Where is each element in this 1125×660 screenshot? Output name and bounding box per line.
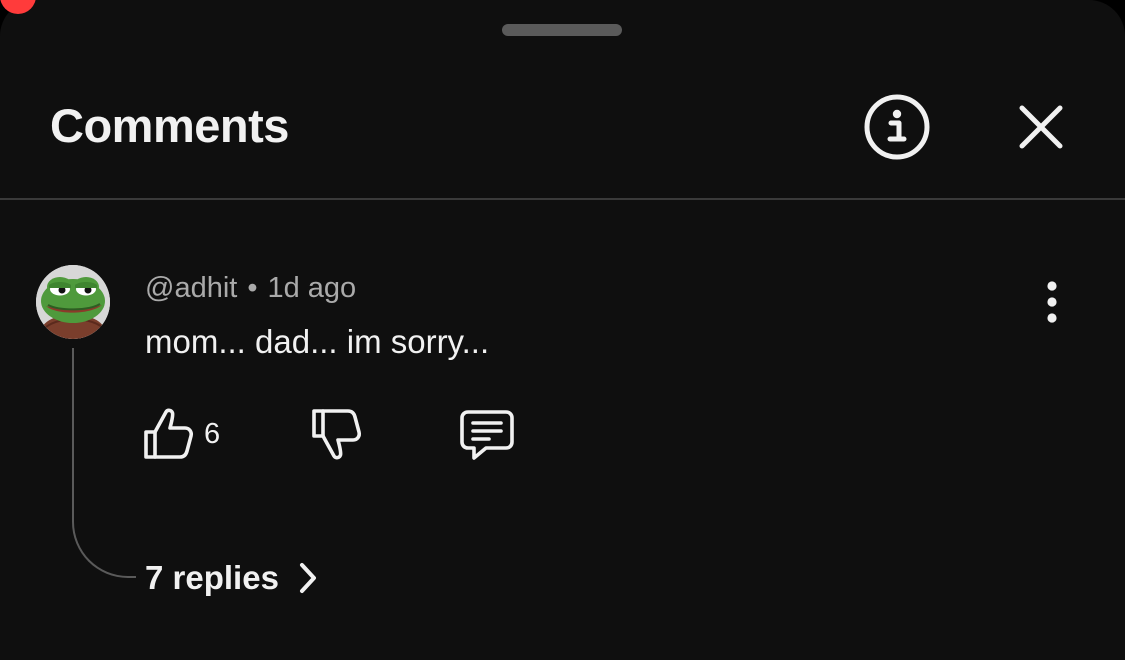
thumbs-up-icon [144, 408, 194, 459]
thumbs-down-icon [312, 409, 362, 460]
like-count: 6 [204, 418, 221, 450]
drag-handle[interactable] [502, 24, 622, 36]
reply-button[interactable] [456, 404, 518, 464]
chevron-right-icon [297, 561, 319, 595]
comment-author[interactable]: @adhit [145, 272, 237, 304]
info-icon [864, 94, 930, 160]
view-replies-button[interactable]: 7 replies [145, 556, 319, 600]
comment-timestamp: 1d ago [267, 272, 357, 304]
comment-reply-icon [460, 410, 514, 460]
more-vertical-icon [1047, 281, 1057, 323]
like-button[interactable] [140, 404, 198, 464]
thread-connector-line [72, 348, 136, 578]
comments-panel: Comments @adhit • 1d ago mom... dad... i… [0, 0, 1125, 660]
replies-count-label: 7 replies [145, 559, 279, 596]
close-button[interactable] [1008, 94, 1074, 160]
avatar[interactable] [36, 265, 110, 339]
meta-separator: • [247, 272, 258, 304]
comment-meta: @adhit • 1d ago [145, 270, 356, 306]
notification-dot [0, 0, 36, 14]
frog-avatar-image [36, 265, 110, 339]
close-icon [1019, 105, 1063, 149]
header-divider [0, 198, 1125, 200]
more-options-button[interactable] [1030, 278, 1074, 326]
comment-text: mom... dad... im sorry... [145, 323, 490, 360]
dislike-button[interactable] [308, 404, 366, 464]
info-button[interactable] [862, 92, 932, 162]
panel-title: Comments [50, 99, 289, 152]
